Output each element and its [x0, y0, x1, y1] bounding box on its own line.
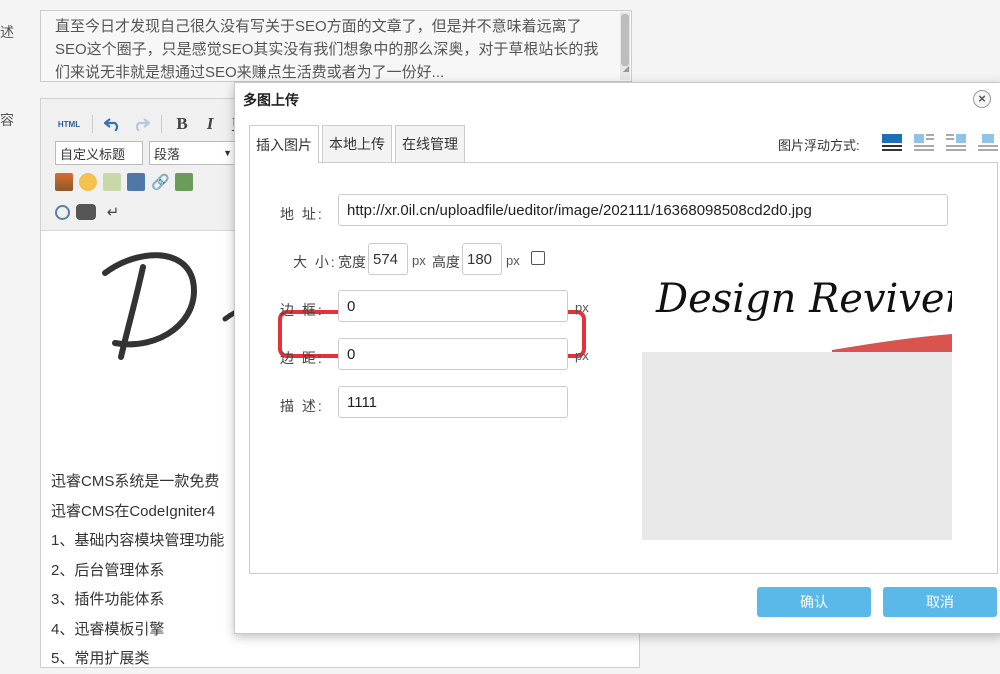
cancel-button[interactable]: 取消 — [883, 587, 997, 617]
border-unit: px — [575, 300, 589, 315]
side-label-summary: 述 — [0, 24, 14, 40]
dialog-title: 多图上传 — [243, 92, 299, 108]
content-line: 3、插件功能体系 — [51, 591, 165, 608]
float-right-icon[interactable] — [944, 132, 968, 152]
summary-textarea[interactable]: 直至今日才发现自己很久没有写关于SEO方面的文章了，但是并不意味着远离了SEO这… — [40, 10, 632, 82]
margin-label: 边 距: — [280, 350, 324, 366]
height-label: 高度 — [432, 254, 460, 270]
width-unit: px — [412, 253, 426, 268]
summary-text: 直至今日才发现自己很久没有写关于SEO方面的文章了，但是并不意味着远离了SEO这… — [55, 18, 599, 81]
float-center-icon[interactable] — [976, 132, 1000, 152]
preview-placeholder — [642, 352, 952, 540]
undo-icon[interactable] — [102, 113, 124, 135]
chevron-down-icon: ▼ — [223, 148, 232, 158]
width-label: 宽度 — [338, 254, 366, 270]
confirm-button[interactable]: 确认 — [757, 587, 871, 617]
description-input[interactable]: 1111 — [338, 386, 568, 418]
insert-image-panel: 地 址: http://xr.0il.cn/uploadfile/ueditor… — [249, 162, 998, 574]
content-line: 2、后台管理体系 — [51, 561, 165, 579]
tab-insert-image[interactable]: 插入图片 — [249, 125, 319, 163]
height-input[interactable]: 180 — [462, 243, 502, 275]
video-icon[interactable] — [127, 173, 145, 191]
image-preview: Design Reviver — [642, 254, 952, 544]
float-left-icon[interactable] — [912, 132, 936, 152]
content-line: 迅睿CMS在CodeIgniter4 — [51, 502, 216, 520]
redo-icon[interactable] — [130, 113, 152, 135]
multi-image-upload-dialog: 多图上传 × 插入图片 本地上传 在线管理 图片浮动方式: 地 址: http:… — [234, 82, 1000, 634]
height-unit: px — [506, 253, 520, 268]
address-label: 地 址: — [280, 206, 324, 222]
border-input[interactable]: 0 — [338, 290, 568, 322]
line-break-icon[interactable]: ↵ — [102, 201, 124, 223]
side-label-content: 容 — [0, 112, 14, 128]
heading-select-value: 自定义标题 — [60, 146, 126, 162]
content-line: 4、迅睿模板引擎 — [51, 620, 165, 638]
italic-button[interactable]: I — [199, 113, 221, 135]
attachment-icon[interactable]: 🔗 — [151, 173, 170, 191]
address-input[interactable]: http://xr.0il.cn/uploadfile/ueditor/imag… — [338, 194, 948, 226]
tab-online-manage[interactable]: 在线管理 — [395, 125, 465, 162]
dialog-tabs: 插入图片 本地上传 在线管理 — [249, 125, 465, 163]
paragraph-select[interactable]: 段落 ▼ — [149, 141, 237, 165]
tab-local-upload[interactable]: 本地上传 — [322, 125, 392, 162]
bold-button[interactable]: B — [171, 113, 193, 135]
content-line: 迅睿CMS系统是一款免费 — [51, 473, 220, 490]
content-line: 1、基础内容模块管理功能 — [51, 532, 225, 549]
content-line: 5、常用扩展类 — [51, 650, 150, 667]
binoculars-icon[interactable] — [76, 204, 96, 220]
float-none-icon[interactable] — [880, 132, 904, 152]
search-icon[interactable] — [55, 204, 70, 220]
border-label: 边 框: — [280, 302, 324, 318]
emoticon-icon[interactable] — [79, 173, 97, 191]
design-reviver-logo: Design Reviver — [655, 276, 952, 352]
close-icon[interactable]: × — [973, 90, 991, 108]
margin-unit: px — [575, 348, 589, 363]
size-label: 大 小: — [293, 254, 337, 270]
width-input[interactable]: 574 — [368, 243, 408, 275]
insert-image-icon[interactable] — [175, 173, 193, 191]
margin-input[interactable]: 0 — [338, 338, 568, 370]
logo-text: Design Reviver — [655, 276, 952, 322]
image-icon[interactable] — [55, 173, 73, 191]
heading-select[interactable]: 自定义标题 — [55, 141, 143, 165]
html-source-button[interactable]: HTML — [55, 113, 83, 135]
float-mode-label: 图片浮动方式: — [778, 138, 860, 153]
float-mode-options — [880, 132, 1000, 152]
map-icon[interactable] — [103, 173, 121, 191]
paragraph-select-value: 段落 — [154, 146, 181, 162]
description-label: 描 述: — [280, 398, 324, 414]
lock-ratio-checkbox[interactable] — [531, 251, 545, 265]
resize-grip-icon[interactable]: ◢ — [623, 57, 629, 80]
